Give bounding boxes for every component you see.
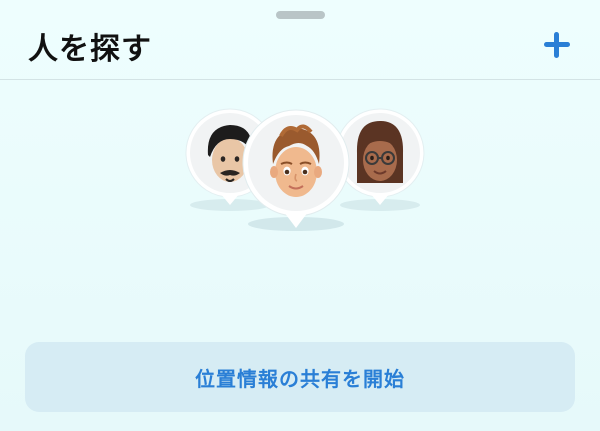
plus-icon bbox=[544, 32, 570, 58]
start-location-sharing-button[interactable]: 位置情報の共有を開始 bbox=[25, 342, 575, 412]
memoji-avatar-curly-hair bbox=[237, 106, 355, 236]
people-sheet: 人を探す 位置情報の共有を開始 bbox=[0, 0, 600, 431]
add-person-button[interactable] bbox=[538, 26, 576, 64]
sheet-header: 人を探す bbox=[0, 0, 600, 80]
start-location-sharing-label: 位置情報の共有を開始 bbox=[195, 366, 405, 391]
avatar-group bbox=[175, 100, 435, 240]
page-title: 人を探す bbox=[28, 32, 152, 67]
